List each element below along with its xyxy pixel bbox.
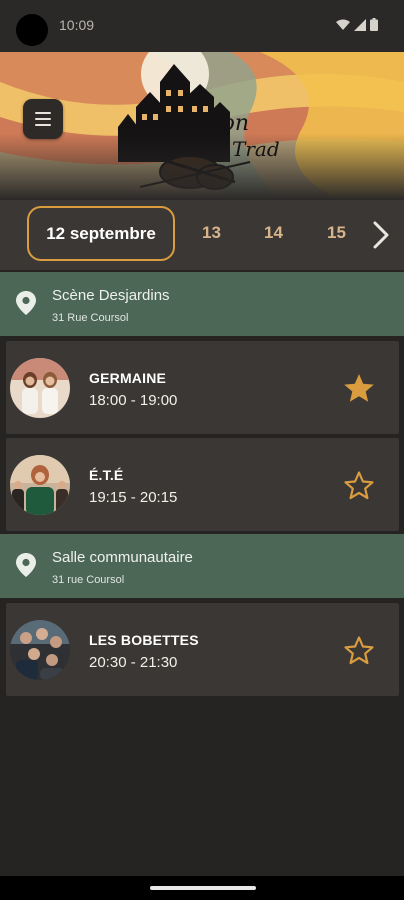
status-time: 10:09 — [59, 17, 95, 33]
event-time: 18:00 - 19:00 — [89, 392, 178, 409]
date-selector: 12 septembre 13 14 15 — [0, 200, 404, 270]
battery-icon — [370, 18, 378, 31]
date-chip[interactable]: 14 — [264, 223, 283, 243]
chevron-right-icon[interactable] — [370, 220, 392, 250]
artist-name: LES BOBETTES — [89, 632, 199, 648]
venue-name: Salle communautaire — [52, 549, 193, 566]
event-time: 19:15 - 20:15 — [89, 489, 178, 506]
star-filled-icon[interactable] — [342, 372, 376, 404]
header-banner: Ripon Trad — [0, 52, 404, 200]
date-chip[interactable]: 15 — [327, 223, 346, 243]
signal-icon — [354, 18, 366, 31]
status-icons — [336, 18, 378, 31]
hamburger-menu-icon — [35, 110, 51, 128]
logo-text-line1: Ripon — [183, 111, 249, 136]
venue-header: Salle communautaire 31 rue Coursol — [0, 534, 404, 598]
artist-photo — [10, 358, 70, 418]
venue-name: Scène Desjardins — [52, 287, 170, 304]
artist-name: GERMAINE — [89, 370, 167, 386]
date-chip[interactable]: 13 — [202, 223, 221, 243]
star-outline-icon[interactable] — [342, 469, 376, 501]
artist-photo — [10, 620, 70, 680]
event-card[interactable]: É.T.É 19:15 - 20:15 — [6, 438, 399, 531]
event-time: 20:30 - 21:30 — [89, 654, 178, 671]
status-bar: 10:09 — [0, 0, 404, 52]
event-card[interactable]: LES BOBETTES 20:30 - 21:30 — [6, 603, 399, 696]
logo-text-line2: Trad — [232, 137, 280, 161]
system-navigation-bar — [0, 876, 404, 900]
venue-address: 31 Rue Coursol — [52, 312, 129, 324]
home-indicator[interactable] — [150, 886, 256, 890]
date-chip-selected[interactable]: 12 septembre — [27, 206, 175, 261]
location-pin-icon — [16, 291, 36, 315]
star-outline-icon[interactable] — [342, 634, 376, 666]
venue-address: 31 rue Coursol — [52, 574, 125, 586]
wifi-icon — [336, 19, 350, 30]
app-screen: 10:09 Ripon Trad 12 septembre 13 14 15 S… — [0, 0, 404, 900]
menu-button[interactable] — [23, 99, 63, 139]
location-pin-icon — [16, 553, 36, 577]
event-card[interactable]: GERMAINE 18:00 - 19:00 — [6, 341, 399, 434]
artist-photo — [10, 455, 70, 515]
camera-cutout — [16, 14, 48, 46]
artist-name: É.T.É — [89, 467, 124, 483]
venue-header: Scène Desjardins 31 Rue Coursol — [0, 272, 404, 336]
